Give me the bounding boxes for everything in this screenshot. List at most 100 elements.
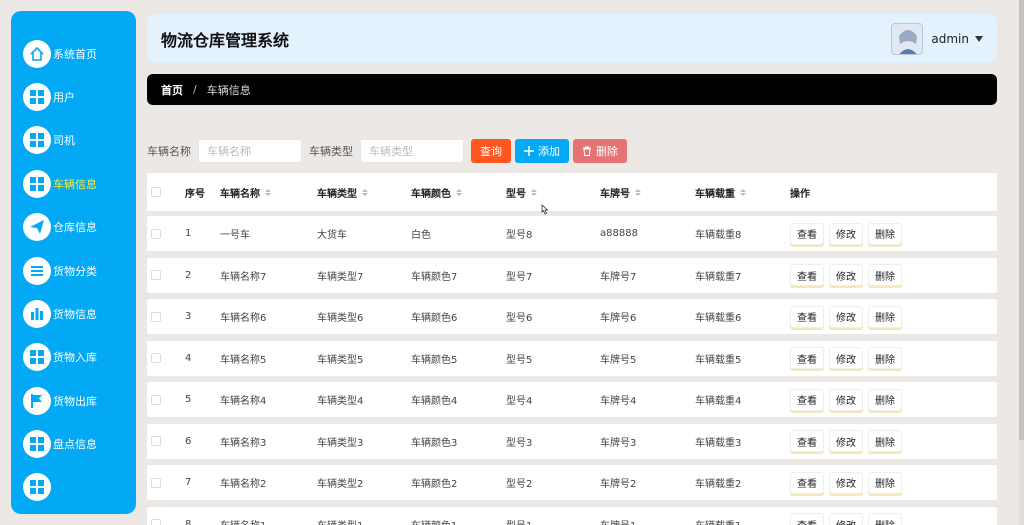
delete-button[interactable]: 删除	[868, 513, 902, 525]
edit-button[interactable]: 修改	[829, 347, 863, 369]
edit-button[interactable]: 修改	[829, 222, 863, 245]
vehicle-type-label: 车辆类型	[309, 145, 353, 158]
table-row: 6 车辆名称3 车辆类型3 车辆颜色3 型号3 车牌号3 车辆载重3 查看 修改 删除	[147, 423, 997, 459]
table-header-row: 序号 车辆名称 车辆类型 车辆颜色 型号 车牌号 车辆载重 操作	[147, 173, 997, 211]
column-header-load[interactable]: 车辆载重	[695, 173, 746, 211]
view-button[interactable]: 查看	[790, 471, 824, 494]
breadcrumb-home[interactable]: 首页	[161, 82, 183, 98]
view-button[interactable]: 查看	[790, 347, 824, 369]
cell-model: 型号3	[506, 437, 533, 449]
grid-icon	[23, 343, 51, 371]
sort-icon[interactable]	[740, 188, 746, 196]
delete-button[interactable]: 删除	[868, 222, 902, 245]
sidebar-item-vehicles[interactable]: 车辆信息	[23, 169, 97, 199]
column-header-name[interactable]: 车辆名称	[220, 173, 271, 211]
view-button[interactable]: 查看	[790, 430, 824, 452]
sidebar-item-stock-in[interactable]: 货物入库	[23, 342, 97, 372]
row-checkbox[interactable]	[151, 228, 161, 239]
cell-name: 车辆名称3	[220, 437, 267, 449]
cell-color: 白色	[411, 230, 431, 241]
column-header-color[interactable]: 车辆颜色	[411, 173, 462, 211]
list-icon	[23, 257, 51, 285]
sidebar-item-warehouses[interactable]: 仓库信息	[23, 212, 97, 242]
delete-button[interactable]: 删除	[868, 388, 902, 411]
sidebar-item-drivers[interactable]: 司机	[23, 125, 75, 155]
cell-load: 车辆载重3	[695, 437, 742, 449]
table-row: 4 车辆名称5 车辆类型5 车辆颜色5 型号5 车牌号5 车辆载重5 查看 修改 删除	[147, 340, 997, 376]
column-header-plate[interactable]: 车牌号	[600, 173, 641, 211]
sort-icon[interactable]	[531, 188, 537, 196]
row-actions: 查看修改删除	[790, 382, 907, 417]
cell-plate: 车牌号4	[600, 396, 637, 407]
delete-button[interactable]: 删除	[868, 430, 902, 452]
edit-button[interactable]: 修改	[829, 264, 863, 286]
row-checkbox[interactable]	[151, 311, 161, 322]
search-bar: 车辆名称 车辆类型 查询 添加 删除	[147, 139, 631, 163]
edit-button[interactable]: 修改	[829, 513, 863, 525]
grid-icon	[23, 473, 51, 501]
row-actions: 查看修改删除	[790, 507, 907, 525]
user-menu[interactable]: admin	[891, 22, 983, 55]
vehicle-name-input[interactable]	[198, 139, 302, 163]
view-button[interactable]: 查看	[790, 305, 824, 328]
cell-name: 一号车	[220, 230, 250, 241]
table-row: 1 一号车 大货车 白色 型号8 a88888 车辆载重8 查看 修改 删除	[147, 216, 997, 251]
row-checkbox[interactable]	[151, 519, 161, 525]
view-button[interactable]: 查看	[790, 388, 824, 411]
cell-type: 车辆类型7	[317, 271, 364, 283]
add-button[interactable]: 添加	[515, 139, 569, 163]
cell-load: 车辆载重4	[695, 396, 742, 407]
batch-delete-button[interactable]: 删除	[573, 139, 627, 163]
sidebar-item-label: 货物入库	[53, 351, 97, 364]
plus-icon	[524, 146, 534, 156]
cell-color: 车辆颜色5	[411, 354, 458, 366]
cell-name: 车辆名称4	[220, 396, 267, 407]
cell-index: 4	[185, 352, 192, 364]
delete-button[interactable]: 删除	[868, 305, 902, 328]
view-button[interactable]: 查看	[790, 264, 824, 286]
cell-type: 车辆类型6	[317, 313, 364, 324]
delete-button[interactable]: 删除	[868, 347, 902, 369]
sort-icon[interactable]	[635, 188, 641, 196]
table-row: 8 车辆名称1 车辆类型1 车辆颜色1 型号1 车牌号1 车辆载重1 查看修改删除	[147, 506, 997, 525]
edit-button[interactable]: 修改	[829, 305, 863, 328]
edit-button[interactable]: 修改	[829, 471, 863, 494]
cell-model: 型号2	[506, 479, 533, 490]
sidebar-item-goods-info[interactable]: 货物信息	[23, 299, 97, 329]
home-icon	[23, 40, 51, 68]
view-button[interactable]: 查看	[790, 513, 824, 525]
scrollbar-thumb[interactable]	[1019, 0, 1024, 440]
select-all-checkbox[interactable]	[151, 187, 161, 197]
edit-button[interactable]: 修改	[829, 430, 863, 452]
delete-button-label: 删除	[596, 145, 618, 158]
sidebar-item-users[interactable]: 用户	[23, 82, 75, 112]
sidebar-item-label: 系统首页	[53, 48, 97, 61]
cell-load: 车辆载重6	[695, 313, 742, 324]
view-button[interactable]: 查看	[790, 222, 824, 245]
sort-icon[interactable]	[265, 188, 271, 196]
column-header-type[interactable]: 车辆类型	[317, 173, 368, 211]
delete-button[interactable]: 删除	[868, 471, 902, 494]
avatar[interactable]	[891, 22, 924, 55]
edit-button[interactable]: 修改	[829, 388, 863, 411]
row-checkbox[interactable]	[151, 270, 161, 280]
query-button[interactable]: 查询	[471, 139, 511, 163]
sidebar-item-stock-out[interactable]: 货物出库	[23, 386, 97, 416]
row-checkbox[interactable]	[151, 394, 161, 405]
cell-model: 型号4	[506, 396, 533, 407]
caret-down-icon[interactable]	[975, 35, 983, 42]
sidebar-item-home[interactable]: 系统首页	[23, 39, 97, 69]
sidebar-item-label: 用户	[53, 91, 75, 104]
row-checkbox[interactable]	[151, 353, 161, 363]
column-header-model[interactable]: 型号	[506, 173, 537, 211]
sidebar-item-inventory[interactable]: 盘点信息	[23, 429, 97, 459]
vehicle-type-input[interactable]	[360, 139, 464, 163]
sort-icon[interactable]	[456, 188, 462, 196]
breadcrumb: 首页 / 车辆信息	[147, 74, 997, 105]
delete-button[interactable]: 删除	[868, 264, 902, 286]
row-checkbox[interactable]	[151, 436, 161, 446]
sort-icon[interactable]	[362, 188, 368, 196]
row-checkbox[interactable]	[151, 477, 161, 488]
sidebar-item-goods-category[interactable]: 货物分类	[23, 256, 97, 286]
sidebar-item-more[interactable]	[23, 472, 51, 502]
